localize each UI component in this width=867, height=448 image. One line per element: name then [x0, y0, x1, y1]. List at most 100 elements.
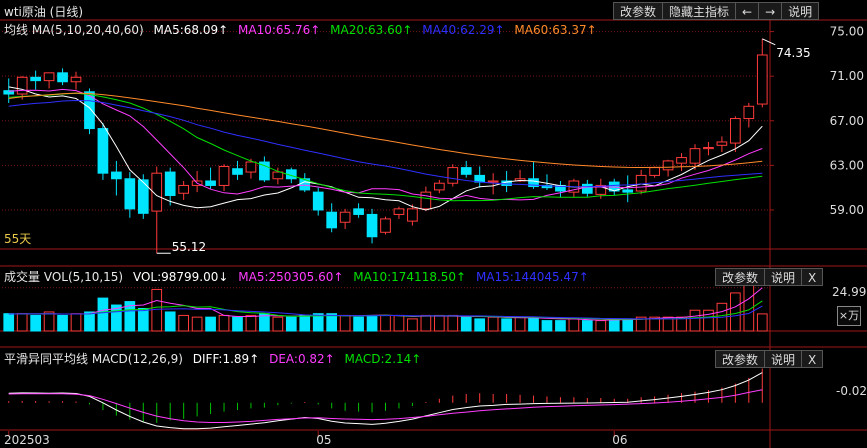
volume-bar [433, 314, 445, 332]
vol-unit-label[interactable]: ×万 [837, 306, 861, 326]
candle-body [124, 178, 136, 210]
vol-ma5-legend: MA5:250305.60↑ [238, 270, 344, 284]
hide-main-indicator-button[interactable]: 隐藏主指标 [662, 2, 737, 20]
vol-ma15-legend: MA15:144045.47↑ [475, 270, 589, 284]
candle-body [353, 208, 364, 215]
ma20-legend: MA20:63.60↑ [330, 23, 413, 37]
volume-bar [57, 314, 68, 332]
candle-body [433, 182, 445, 191]
macd-edit-params-button[interactable]: 改参数 [715, 350, 766, 368]
vol-edit-params-button[interactable]: 改参数 [715, 268, 766, 286]
ma10-legend: MA10:65.76↑ [238, 23, 321, 37]
ma-legend-label: 均线 MA(5,10,20,40,60) [4, 23, 144, 37]
main-legend: 均线 MA(5,10,20,40,60) MA5:68.09↑ MA10:65.… [4, 21, 603, 38]
candle-body [487, 180, 499, 183]
volume-bar [393, 314, 405, 332]
volume-bar [218, 314, 230, 332]
main-y-tick-label: 71.00 [830, 69, 864, 83]
candle-body [703, 147, 714, 150]
main-y-tick-label: 59.00 [830, 203, 864, 217]
candle-body [380, 218, 391, 233]
dea-legend: DEA:0.82↑ [269, 352, 335, 366]
volume-bar [84, 311, 95, 332]
macd-axis-label: -0.02 [836, 384, 867, 398]
macd-close-button[interactable]: X [801, 350, 824, 368]
candle-body [366, 213, 378, 238]
volume-bar [245, 314, 257, 332]
macd-value-legend: MACD:2.14↑ [344, 352, 422, 366]
volume-bar [339, 314, 351, 332]
high-pointer [762, 38, 776, 46]
volume-bar [514, 316, 526, 332]
volume-bar [366, 314, 378, 332]
volume-bar [528, 316, 539, 332]
volume-bar [205, 316, 216, 332]
candle-body [474, 174, 486, 183]
volume-bar [164, 311, 176, 332]
macd-legend: 平滑异同平均线 MACD(12,26,9) DIFF:1.89↑ DEA:0.8… [4, 350, 427, 367]
period-label: 55天 [4, 232, 31, 246]
volume-bar [97, 297, 109, 332]
volume-bar [730, 292, 741, 332]
candle-body [272, 171, 284, 180]
volume-bar [299, 314, 311, 332]
volume-bar [137, 308, 149, 332]
volume-bar [151, 288, 163, 332]
candle-body [178, 184, 190, 194]
volume-bar [326, 313, 338, 332]
candle-body [339, 211, 351, 223]
volume-bar [689, 309, 701, 332]
candle-body [689, 148, 701, 164]
next-arrow-button[interactable]: → [758, 2, 783, 20]
volume-bar [541, 320, 553, 332]
candle-body [460, 167, 472, 175]
volume-bar [447, 314, 459, 332]
vol-legend-label: 成交量 VOL(5,10,15) [4, 270, 124, 284]
low-label: 55.12 [172, 240, 206, 254]
ma-line-ma40 [8, 99, 763, 188]
candle-body [57, 72, 68, 83]
help-button[interactable]: 说明 [781, 2, 820, 20]
volume-bar [581, 320, 593, 332]
volume-bar [555, 320, 566, 332]
volume-bar [70, 313, 82, 332]
main-toolbar: 改参数 隐藏主指标 ← → 说明 [613, 2, 820, 20]
candle-body [649, 167, 660, 176]
candle-body [30, 76, 41, 82]
vol-value-legend: VOL:98799.00↓ [132, 270, 229, 284]
candle-body [97, 128, 109, 174]
candle-body [662, 160, 674, 171]
volume-bar [191, 316, 203, 332]
volume-bar [501, 318, 512, 332]
candle-body [730, 118, 741, 144]
candle-body [716, 141, 728, 146]
main-y-tick-label: 63.00 [830, 158, 864, 172]
prev-arrow-button[interactable]: ← [735, 2, 760, 20]
macd-help-button[interactable]: 说明 [764, 350, 803, 368]
vol-axis-label: 24.99 [832, 285, 867, 299]
vol-close-button[interactable]: X [801, 268, 824, 286]
volume-bar [756, 313, 768, 332]
volume-bar [272, 316, 284, 332]
chart-title: wti原油 (日线) [4, 5, 84, 19]
volume-bar [407, 318, 418, 332]
x-tick-label: 202503 [4, 433, 50, 447]
volume-bar [232, 316, 243, 332]
candle-body [312, 191, 324, 211]
edit-params-button[interactable]: 改参数 [613, 2, 664, 20]
candle-body [111, 171, 122, 180]
candle-body [756, 54, 768, 105]
vol-ma10-legend: MA10:174118.50↑ [353, 270, 467, 284]
volume-bar [30, 314, 41, 332]
main-y-tick-label: 67.00 [830, 114, 864, 128]
volume-bar [3, 313, 15, 332]
candle-body [70, 76, 82, 83]
candle-body [581, 183, 593, 194]
vol-legend: 成交量 VOL(5,10,15) VOL:98799.00↓ MA5:25030… [4, 268, 595, 285]
vol-toolbar: 改参数 说明 X [715, 268, 824, 286]
candle-body [218, 165, 230, 186]
ma40-legend: MA40:62.29↑ [422, 23, 505, 37]
chart-canvas: 59.00 63.00 67.00 71.00 75.00 74.35 55.12 55天 20… [0, 19, 867, 448]
candle-body [743, 105, 755, 120]
vol-help-button[interactable]: 说明 [764, 268, 803, 286]
